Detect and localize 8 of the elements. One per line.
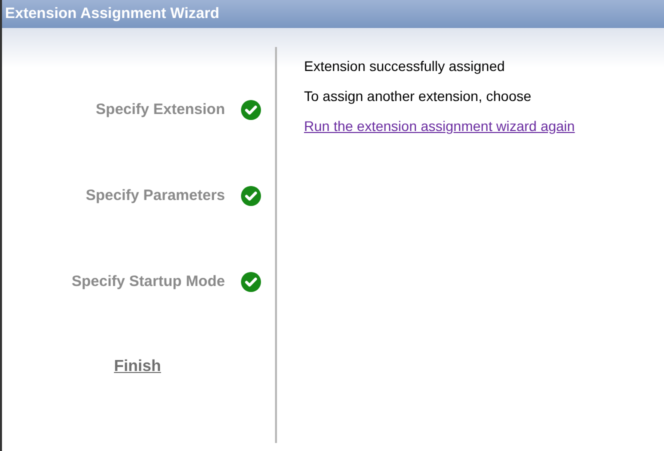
step-label: Specify Parameters — [86, 186, 225, 206]
instruction-text: To assign another extension, choose — [304, 87, 532, 105]
step-label: Specify Startup Mode — [72, 272, 225, 292]
success-message: Extension successfully assigned — [304, 57, 506, 75]
current-step-link[interactable]: Finish — [114, 357, 162, 378]
window-title: Extension Assignment Wizard — [5, 4, 220, 24]
step-label: Specify Extension — [96, 100, 225, 120]
wizard-again-link[interactable]: Run the extension assignment wizard again — [304, 117, 575, 135]
